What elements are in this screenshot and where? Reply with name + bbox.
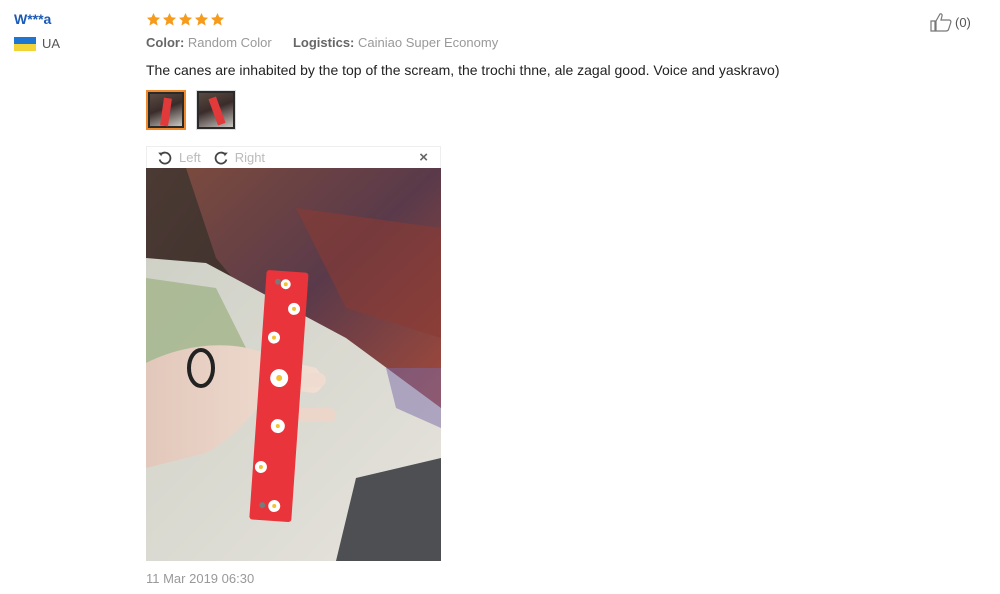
reviewer-info: W***a UA bbox=[14, 10, 134, 51]
country-code: UA bbox=[42, 36, 61, 51]
color-label: Color: bbox=[146, 35, 185, 50]
thumbs-up-icon bbox=[930, 13, 952, 32]
review-date: 11 Mar 2019 06:30 bbox=[146, 571, 255, 586]
rating-stars bbox=[146, 10, 926, 28]
star-icon bbox=[162, 12, 177, 25]
star-icon bbox=[178, 12, 193, 25]
ukraine-flag-icon bbox=[14, 36, 36, 51]
close-icon[interactable]: × bbox=[419, 149, 428, 166]
order-info: Color: Random Color Logistics: Cainiao S… bbox=[146, 35, 926, 51]
star-icon bbox=[146, 12, 161, 25]
rotate-left-label: Left bbox=[179, 150, 201, 165]
star-icon bbox=[210, 12, 225, 25]
review-thumbnail-2[interactable] bbox=[196, 90, 236, 130]
rotate-left-button[interactable]: Left bbox=[157, 150, 201, 166]
viewer-toolbar: Left Right × bbox=[146, 146, 441, 168]
review-thumbnail-1[interactable] bbox=[146, 90, 186, 130]
helpful-button[interactable]: (0) bbox=[930, 12, 971, 32]
review-photo-image bbox=[146, 168, 441, 561]
review-body: Color: Random Color Logistics: Cainiao S… bbox=[146, 10, 926, 134]
review-text: The canes are inhabited by the top of th… bbox=[146, 62, 780, 78]
reviewer-country: UA bbox=[14, 36, 134, 51]
rotate-right-button[interactable]: Right bbox=[213, 150, 265, 166]
rotate-left-icon bbox=[158, 151, 172, 164]
color-value: Random Color bbox=[187, 35, 272, 50]
star-icon bbox=[194, 12, 209, 25]
reviewer-name[interactable]: W***a bbox=[14, 10, 134, 28]
helpful-count: (0) bbox=[955, 14, 971, 30]
rotate-right-label: Right bbox=[234, 150, 266, 165]
image-viewer: Left Right × bbox=[146, 146, 441, 561]
rotate-right-icon bbox=[214, 151, 228, 164]
review-thumbnails bbox=[146, 90, 926, 134]
logistics-value: Cainiao Super Economy bbox=[358, 35, 499, 50]
logistics-label: Logistics: bbox=[292, 35, 355, 50]
selected-caret bbox=[162, 129, 174, 130]
review-photo bbox=[146, 168, 441, 561]
